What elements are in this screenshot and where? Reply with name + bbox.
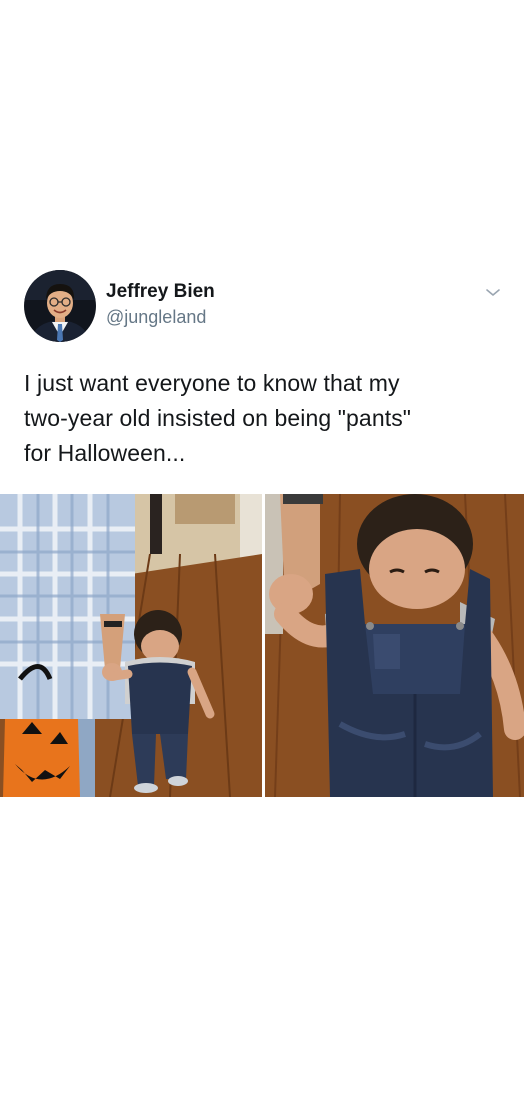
author-name[interactable]: Jeffrey Bien (106, 281, 215, 303)
tweet-photo-left[interactable] (0, 494, 262, 797)
tweet-card: Jeffrey Bien @jungleland I just want eve… (0, 0, 524, 1100)
avatar-photo (24, 270, 96, 342)
tweet-photo-right[interactable] (265, 494, 524, 797)
tweet-text: I just want everyone to know that my two… (24, 370, 412, 466)
photo-toddler-walking-hallway (0, 494, 262, 797)
photo-toddler-closeup-overalls (265, 494, 524, 797)
avatar[interactable] (24, 270, 96, 342)
chevron-down-icon[interactable] (482, 283, 504, 301)
author-handle[interactable]: @jungleland (106, 307, 206, 328)
